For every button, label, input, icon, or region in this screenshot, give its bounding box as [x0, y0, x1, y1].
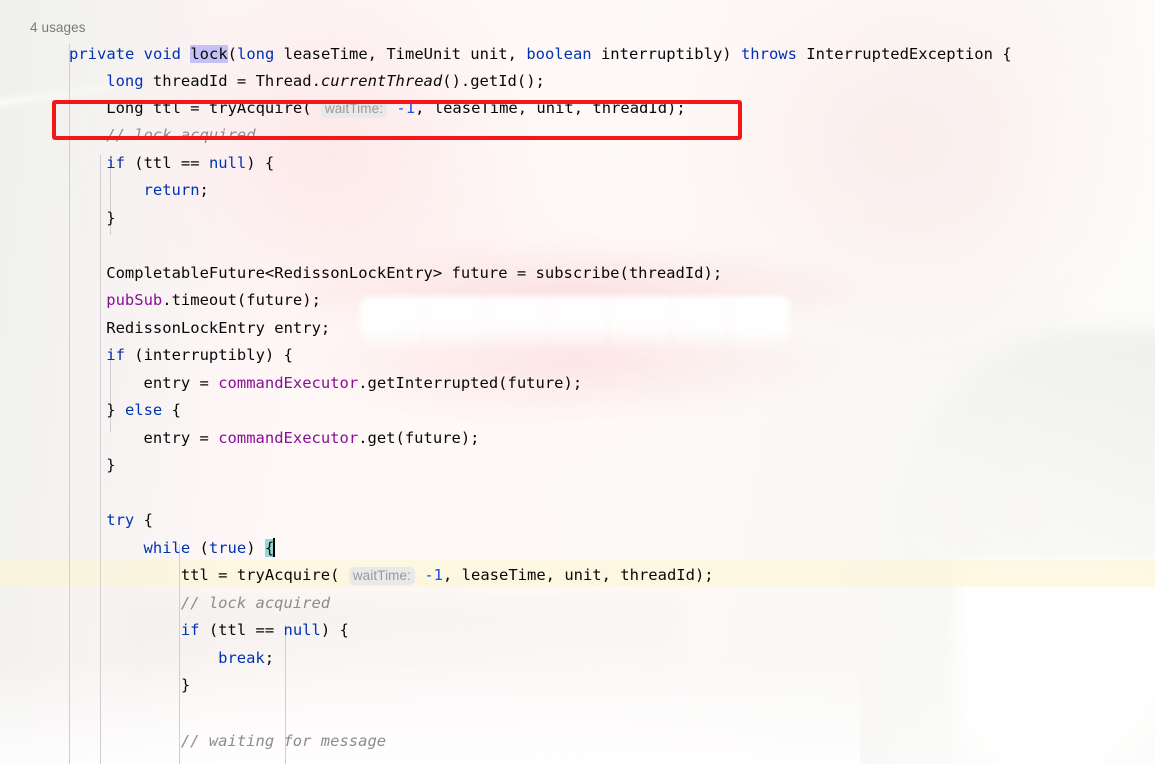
usages-inlay-label[interactable]: 4 usages: [30, 20, 86, 35]
code-token: leaseTime, TimeUnit unit,: [274, 45, 527, 63]
code-token: break: [218, 649, 265, 667]
code-token: lock: [190, 45, 228, 63]
code-line[interactable]: long threadId = Thread.currentThread().g…: [106, 68, 545, 95]
code-token: ().getId();: [442, 72, 545, 90]
code-token: -1: [424, 566, 443, 584]
code-token: , leaseTime, unit, threadId);: [415, 99, 686, 117]
code-token: (interruptibly) {: [124, 346, 293, 364]
code-token: long: [237, 45, 275, 63]
code-token: -1: [396, 99, 416, 117]
code-token: while: [143, 539, 191, 557]
code-token: true: [208, 539, 247, 557]
code-token: CompletableFuture<RedissonLockEntry> fut…: [106, 264, 723, 282]
code-line[interactable]: break;: [218, 645, 274, 672]
code-line[interactable]: try {: [106, 507, 153, 534]
code-token: throws: [740, 45, 797, 63]
code-line[interactable]: ttl = tryAcquire( waitTime: -1, leaseTim…: [181, 562, 714, 589]
text-caret: [273, 538, 276, 557]
code-text-area[interactable]: 4 usages private void lock(long leaseTim…: [0, 0, 1155, 764]
code-token: ) {: [246, 154, 275, 172]
code-line[interactable]: private void lock(long leaseTime, TimeUn…: [69, 41, 1012, 68]
code-token: Long ttl = tryAcquire(: [106, 99, 321, 117]
code-token: ;: [264, 649, 275, 667]
code-comment: // lock acquired: [106, 126, 256, 144]
code-token: if: [180, 621, 200, 639]
code-line[interactable]: // lock acquired: [106, 122, 255, 149]
code-line[interactable]: entry = commandExecutor.getInterrupted(f…: [144, 370, 583, 397]
code-line[interactable]: if (ttl == null) {: [181, 617, 349, 644]
code-token: commandExecutor: [218, 429, 359, 447]
code-token: .timeout(future);: [162, 291, 321, 309]
parameter-hint: waitTime:: [320, 100, 388, 118]
code-line[interactable]: } else {: [106, 397, 181, 424]
code-token: ttl = tryAcquire(: [180, 566, 349, 584]
code-line[interactable]: }: [181, 672, 190, 699]
code-comment: // lock acquired: [180, 594, 331, 612]
code-line[interactable]: }: [106, 205, 115, 232]
code-token: , leaseTime, unit, threadId);: [443, 566, 714, 584]
code-token: void: [143, 45, 181, 63]
code-token: threadId = Thread.: [143, 72, 321, 90]
code-token: else: [124, 401, 163, 419]
code-token: (ttl ==: [124, 154, 209, 172]
code-token: entry =: [143, 374, 219, 392]
code-token: if: [106, 154, 125, 172]
code-token: ;: [199, 181, 209, 199]
code-line[interactable]: pubSub.timeout(future);: [106, 287, 321, 314]
code-token: return: [143, 181, 200, 199]
code-token: pubSub: [106, 291, 163, 309]
code-token: }: [106, 456, 116, 474]
code-token: ) {: [320, 621, 349, 639]
code-token: currentThread: [320, 72, 443, 90]
code-line[interactable]: return;: [144, 177, 209, 204]
code-token: try: [106, 511, 135, 529]
code-line[interactable]: Long ttl = tryAcquire( waitTime: -1, lea…: [106, 95, 686, 122]
code-token: private: [69, 45, 135, 63]
code-line[interactable]: entry = commandExecutor.get(future);: [144, 425, 480, 452]
code-token: ): [246, 539, 265, 557]
code-token: long: [106, 72, 144, 90]
code-line[interactable]: }: [106, 452, 115, 479]
code-token: (: [190, 539, 209, 557]
code-token: boolean: [526, 45, 592, 63]
code-token: }: [106, 209, 116, 227]
parameter-hint: waitTime:: [348, 567, 415, 585]
code-line[interactable]: // waiting for message: [181, 728, 386, 755]
code-token: (: [227, 45, 238, 63]
code-line[interactable]: if (ttl == null) {: [106, 150, 274, 177]
code-token: interruptibly): [591, 45, 741, 63]
code-token: RedissonLockEntry entry;: [106, 319, 331, 337]
code-line[interactable]: // lock acquired: [181, 590, 330, 617]
code-comment: // waiting for message: [180, 732, 387, 750]
code-token: if: [106, 346, 125, 364]
code-token: null: [208, 154, 247, 172]
code-token: {: [162, 401, 181, 419]
code-line[interactable]: while (true) {: [144, 535, 276, 562]
code-token: (ttl ==: [199, 621, 284, 639]
code-token: entry =: [143, 429, 219, 447]
code-line[interactable]: CompletableFuture<RedissonLockEntry> fut…: [106, 260, 722, 287]
code-line[interactable]: if (interruptibly) {: [106, 342, 293, 369]
code-editor[interactable]: 4 usages private void lock(long leaseTim…: [0, 0, 1155, 764]
code-token: .get(future);: [358, 429, 480, 447]
code-token: {: [134, 511, 153, 529]
code-line[interactable]: RedissonLockEntry entry;: [106, 315, 330, 342]
code-token: }: [106, 401, 125, 419]
code-token: null: [283, 621, 321, 639]
code-token: InterruptedException {: [796, 45, 1012, 63]
code-token: }: [180, 676, 191, 694]
code-token: .getInterrupted(future);: [358, 374, 583, 392]
code-token: commandExecutor: [218, 374, 359, 392]
